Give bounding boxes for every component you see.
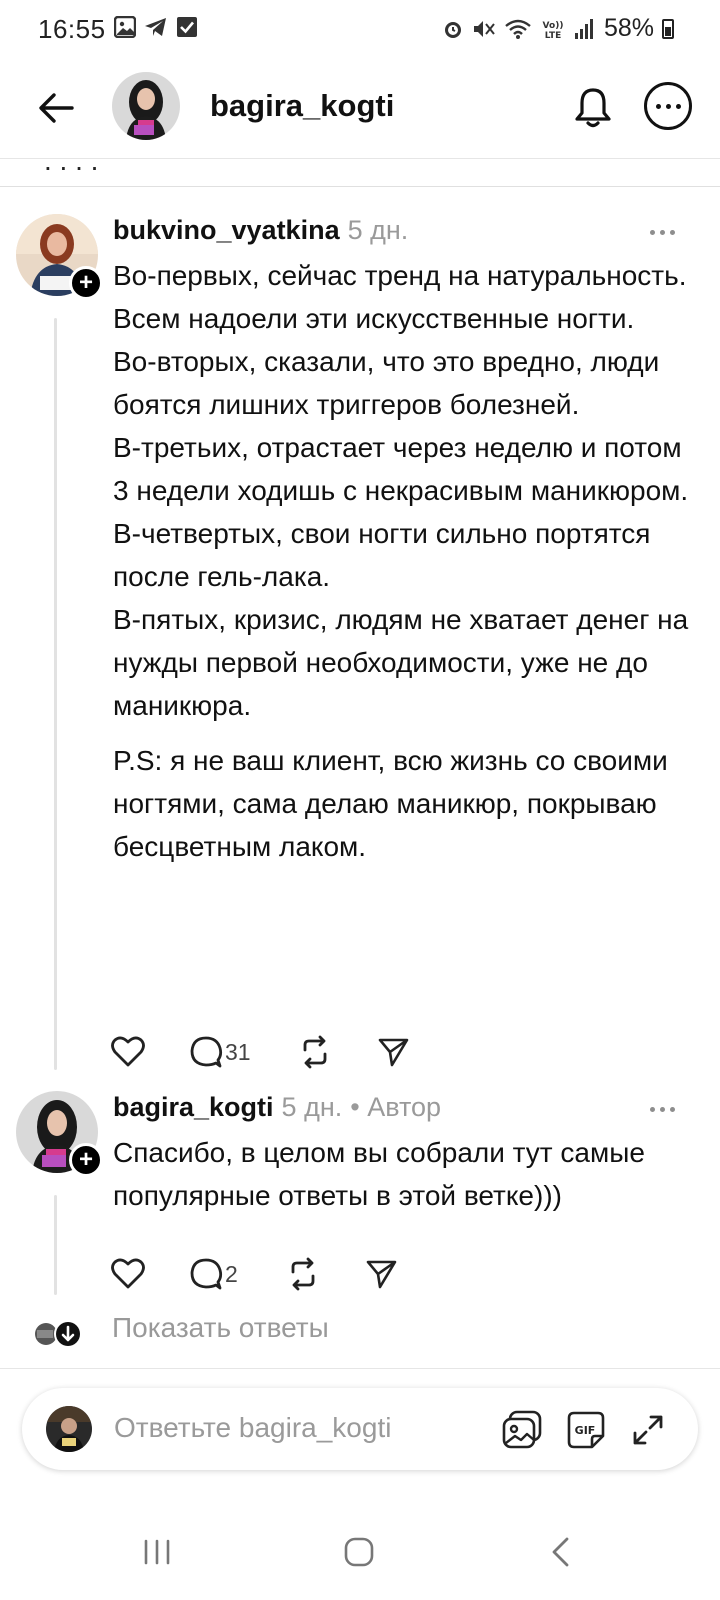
reply-button[interactable]: 2 — [189, 1254, 287, 1294]
clipped-previous-content: . . . . — [44, 159, 99, 176]
back-icon — [552, 1537, 569, 1567]
comment-time: 5 дн. — [281, 1092, 343, 1122]
volte-icon: Vo))LTE — [543, 21, 564, 40]
send-icon — [366, 1260, 397, 1289]
recents-button[interactable] — [132, 1530, 182, 1574]
thread-header: bagira_kogti — [0, 62, 720, 154]
back-button[interactable] — [32, 84, 80, 132]
repost-button[interactable] — [299, 1032, 377, 1072]
divider — [0, 186, 720, 187]
comment-bubble-icon — [190, 1036, 223, 1068]
comment-paragraph: Во-первых, сейчас тренд на натуральность… — [113, 260, 687, 334]
thread-line — [54, 1195, 57, 1295]
like-button[interactable] — [111, 1254, 189, 1294]
header-title[interactable]: bagira_kogti — [210, 88, 394, 124]
reply-count: 2 — [225, 1260, 238, 1287]
battery-percent: 58% — [603, 14, 654, 42]
comment-bubble-icon — [190, 1258, 223, 1290]
more-dots-icon — [650, 1107, 675, 1112]
mute-icon — [473, 20, 495, 37]
reply-bar[interactable]: Ответьте bagira_kogti GIF — [22, 1388, 698, 1470]
svg-text:Vo)): Vo)) — [543, 21, 564, 31]
nav-back-button[interactable] — [536, 1530, 586, 1574]
comment-actions: 2 — [111, 1254, 425, 1294]
profile-photo — [46, 1406, 92, 1452]
reply-avatars-icon — [35, 1320, 82, 1348]
attach-gif-button[interactable]: GIF — [564, 1408, 608, 1452]
reply-button[interactable]: 31 — [189, 1032, 299, 1072]
own-avatar — [46, 1406, 92, 1452]
status-bar: 16:55 Vo)) LTE 58% — [0, 0, 720, 56]
alarm-icon — [444, 21, 461, 38]
wifi-icon — [505, 19, 531, 39]
repost-icon — [291, 1257, 315, 1291]
home-icon — [344, 1537, 374, 1567]
comment-text: Спасибо, в целом вы собрали тут самые по… — [113, 1131, 703, 1217]
share-button[interactable] — [365, 1254, 425, 1294]
follow-plus-button[interactable]: + — [69, 266, 103, 300]
comment-paragraph: В-третьих, отрастает через неделю и пото… — [113, 432, 689, 506]
expand-button[interactable] — [626, 1408, 670, 1452]
telegram-icon — [145, 18, 166, 36]
comment-paragraph: Во-вторых, сказали, что это вредно, люди… — [113, 346, 660, 420]
repost-icon — [303, 1035, 327, 1069]
comment-header: bukvino_vyatkina 5 дн. — [113, 215, 408, 246]
comment-username[interactable]: bagira_kogti — [113, 1092, 274, 1122]
heart-icon — [111, 1036, 145, 1067]
more-button[interactable] — [644, 82, 692, 130]
status-time: 16:55 — [38, 14, 106, 44]
heart-icon — [111, 1258, 145, 1289]
comment-more-button[interactable] — [650, 1107, 675, 1112]
comment-header: bagira_kogti 5 дн. • Автор — [113, 1092, 441, 1123]
system-nav-bar — [0, 1500, 720, 1600]
show-replies-link[interactable]: Показать ответы — [112, 1312, 329, 1344]
thread-line — [54, 318, 57, 1070]
bell-icon — [575, 88, 611, 128]
repost-button[interactable] — [287, 1254, 365, 1294]
comment-more-button[interactable] — [650, 230, 675, 235]
replies-avatars[interactable] — [32, 1318, 84, 1350]
signal-icon — [574, 18, 593, 39]
comment-time: 5 дн. — [347, 215, 409, 245]
send-icon — [378, 1038, 409, 1067]
divider — [0, 1368, 720, 1369]
expand-icon — [633, 1415, 663, 1445]
comment-username[interactable]: bukvino_vyatkina — [113, 215, 340, 245]
like-button[interactable] — [111, 1032, 189, 1072]
battery-icon — [662, 18, 674, 39]
gif-icon: GIF — [567, 1411, 605, 1449]
attach-image-button[interactable] — [500, 1408, 544, 1452]
comment-text: Во-первых, сейчас тренд на натуральность… — [113, 254, 703, 868]
more-dots-icon — [650, 230, 675, 235]
author-badge: • Автор — [350, 1092, 442, 1122]
header-avatar[interactable] — [112, 72, 180, 140]
reply-count: 31 — [225, 1038, 251, 1065]
reply-input[interactable]: Ответьте bagira_kogti — [114, 1412, 391, 1444]
image-icon — [502, 1410, 542, 1449]
comment-paragraph: В-пятых, кризис, людям не хватает денег … — [113, 604, 689, 721]
svg-text:LTE: LTE — [545, 31, 562, 40]
status-notification-icons — [114, 16, 198, 38]
more-icon — [655, 103, 681, 109]
status-system-icons: Vo)) LTE 58% — [442, 14, 674, 43]
share-button[interactable] — [377, 1032, 437, 1072]
gallery-icon — [114, 16, 136, 38]
comment-postscript: P.S: я не ваш клиент, всю жизнь со своим… — [113, 745, 668, 862]
recents-icon — [144, 1539, 170, 1565]
back-arrow-icon — [39, 93, 74, 123]
follow-plus-button[interactable]: + — [69, 1143, 103, 1177]
checkbox-icon — [177, 17, 197, 37]
profile-photo — [112, 72, 180, 140]
home-button[interactable] — [334, 1530, 384, 1574]
svg-text:GIF: GIF — [575, 1424, 596, 1437]
comment-actions: 31 — [111, 1032, 437, 1072]
comment-paragraph: Спасибо, в целом вы собрали тут самые по… — [113, 1137, 645, 1211]
comment-paragraph: В-четвертых, свои ногти сильно портятся … — [113, 518, 651, 592]
notifications-button[interactable] — [568, 82, 618, 132]
